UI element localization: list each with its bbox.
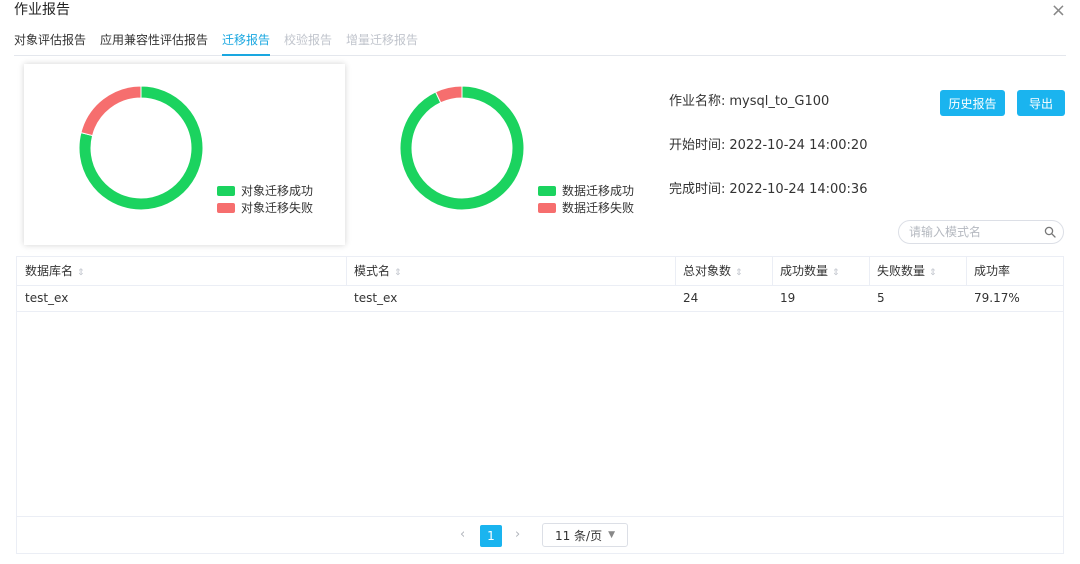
cell-schema-name: test_ex bbox=[354, 291, 398, 305]
header-database-name[interactable]: 数据库名 ⇕ bbox=[25, 257, 85, 285]
table-header: 数据库名 ⇕ 模式名 ⇕ 总对象数 ⇕ 成功数量 ⇕ 失败数量 ⇕ 成功率 bbox=[17, 257, 1063, 286]
dialog-title: 作业报告 bbox=[14, 2, 70, 18]
legend-item-fail: 对象迁移失败 bbox=[217, 199, 313, 216]
page-size-select[interactable]: 11 条/页 ▼ bbox=[542, 523, 628, 547]
chevron-down-icon: ▼ bbox=[608, 530, 616, 540]
legend-swatch-success bbox=[217, 185, 235, 196]
legend-item-success: 数据迁移成功 bbox=[538, 182, 634, 199]
tab-incremental-migration-report: 增量迁移报告 bbox=[346, 33, 419, 47]
sort-icon[interactable]: ⇕ bbox=[832, 268, 840, 278]
legend-label-fail: 数据迁移失败 bbox=[562, 201, 635, 215]
cell-database-name: test_ex bbox=[25, 291, 69, 305]
start-time-value: 2022-10-24 14:00:20 bbox=[729, 138, 868, 153]
job-name-value: mysql_to_G100 bbox=[729, 94, 830, 109]
pagination: ‹ 1 › 11 条/页 ▼ bbox=[17, 516, 1063, 553]
header-label: 成功率 bbox=[974, 264, 1011, 278]
column-divider bbox=[772, 257, 773, 285]
header-label: 模式名 bbox=[354, 264, 391, 278]
sort-icon[interactable]: ⇕ bbox=[735, 268, 743, 278]
tab-migration-report[interactable]: 迁移报告 bbox=[222, 31, 271, 56]
data-migration-slice-fail bbox=[434, 85, 463, 104]
header-label: 成功数量 bbox=[780, 264, 829, 278]
cell-total-objects: 24 bbox=[683, 291, 699, 305]
legend-label-success: 对象迁移成功 bbox=[241, 184, 314, 198]
column-divider bbox=[346, 257, 347, 285]
header-fail-count[interactable]: 失败数量 ⇕ bbox=[877, 257, 937, 285]
column-divider bbox=[869, 257, 870, 285]
export-button[interactable]: 导出 bbox=[1017, 90, 1065, 116]
search-icon[interactable] bbox=[1044, 226, 1056, 238]
legend-swatch-fail bbox=[217, 202, 235, 213]
object-migration-legend: 对象迁移成功 对象迁移失败 bbox=[217, 182, 313, 216]
job-name-row: 作业名称: mysql_to_G100 bbox=[669, 90, 829, 109]
legend-label-fail: 对象迁移失败 bbox=[241, 201, 314, 215]
tab-app-compat-assessment[interactable]: 应用兼容性评估报告 bbox=[100, 31, 208, 49]
header-schema-name[interactable]: 模式名 ⇕ bbox=[354, 257, 402, 285]
end-time-value: 2022-10-24 14:00:36 bbox=[729, 182, 868, 197]
header-success-rate: 成功率 bbox=[974, 257, 1010, 285]
report-tabs: 对象评估报告 应用兼容性评估报告 迁移报告 校验报告 增量迁移报告 bbox=[14, 31, 1066, 56]
table-row[interactable]: test_ex test_ex 24 19 5 79.17% bbox=[17, 285, 1063, 312]
object-migration-donut bbox=[78, 85, 204, 211]
column-divider bbox=[675, 257, 676, 285]
header-label: 总对象数 bbox=[683, 264, 732, 278]
header-success-count[interactable]: 成功数量 ⇕ bbox=[780, 257, 840, 285]
migration-result-table: 数据库名 ⇕ 模式名 ⇕ 总对象数 ⇕ 成功数量 ⇕ 失败数量 ⇕ 成功率 test_ex… bbox=[16, 256, 1064, 554]
job-name-label: 作业名称: bbox=[669, 94, 726, 109]
legend-label-success: 数据迁移成功 bbox=[562, 184, 635, 198]
cell-fail-count: 5 bbox=[877, 291, 885, 305]
tab-verification-report: 校验报告 bbox=[284, 33, 333, 47]
header-label: 数据库名 bbox=[25, 264, 74, 278]
schema-search-input[interactable] bbox=[907, 224, 1041, 240]
close-icon[interactable]: × bbox=[1051, 2, 1066, 20]
header-total-objects[interactable]: 总对象数 ⇕ bbox=[683, 257, 743, 285]
schema-search-box bbox=[898, 220, 1064, 244]
start-time-label: 开始时间: bbox=[669, 138, 726, 153]
page-size-label: 11 条/页 bbox=[554, 528, 603, 543]
prev-page-icon[interactable]: ‹ bbox=[460, 527, 465, 542]
legend-item-success: 对象迁移成功 bbox=[217, 182, 313, 199]
tab-object-assessment[interactable]: 对象评估报告 bbox=[14, 31, 86, 49]
data-migration-legend: 数据迁移成功 数据迁移失败 bbox=[538, 182, 634, 216]
object-migration-slice-fail bbox=[80, 85, 142, 137]
data-migration-slice-success bbox=[399, 85, 525, 211]
header-label: 失败数量 bbox=[877, 264, 926, 278]
history-report-button[interactable]: 历史报告 bbox=[940, 90, 1005, 116]
legend-swatch-success bbox=[538, 185, 556, 196]
data-migration-donut bbox=[399, 85, 525, 211]
legend-item-fail: 数据迁移失败 bbox=[538, 199, 634, 216]
column-divider bbox=[966, 257, 967, 285]
next-page-icon[interactable]: › bbox=[515, 527, 520, 542]
end-time-label: 完成时间: bbox=[669, 182, 726, 197]
sort-icon[interactable]: ⇕ bbox=[929, 268, 937, 278]
legend-swatch-fail bbox=[538, 202, 556, 213]
cell-success-count: 19 bbox=[780, 291, 796, 305]
page-number-current[interactable]: 1 bbox=[480, 525, 502, 547]
end-time-row: 完成时间: 2022-10-24 14:00:36 bbox=[669, 178, 867, 197]
sort-icon[interactable]: ⇕ bbox=[77, 268, 85, 278]
sort-icon[interactable]: ⇕ bbox=[394, 268, 402, 278]
start-time-row: 开始时间: 2022-10-24 14:00:20 bbox=[669, 134, 867, 153]
object-migration-chart-card: 对象迁移成功 对象迁移失败 bbox=[24, 64, 345, 245]
cell-success-rate: 79.17% bbox=[974, 291, 1020, 305]
